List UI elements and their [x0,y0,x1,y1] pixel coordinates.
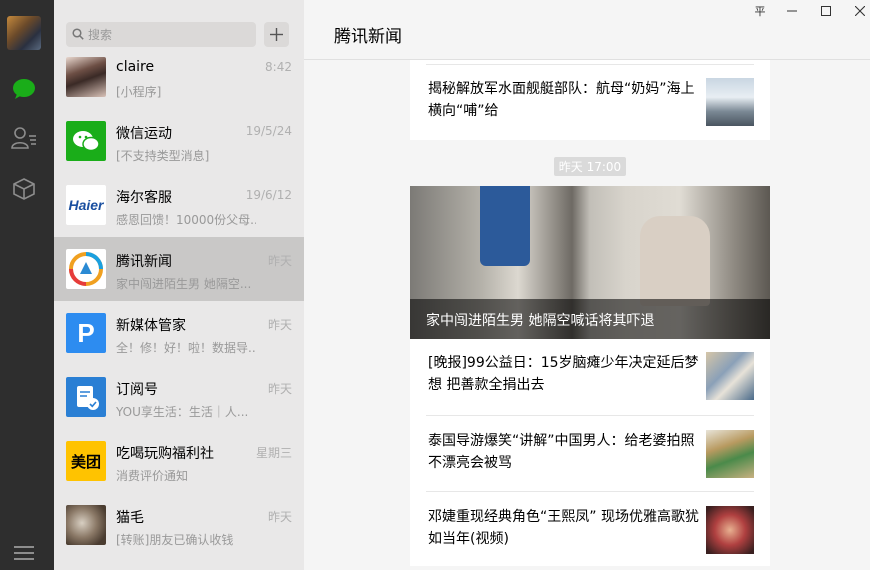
chat-item-haier[interactable]: Haier 海尔客服 感恩回馈！10000份父母... 19/6/12 [54,173,304,237]
news-title: [晚报]99公益日：15岁脑瘫少年决定延后梦想 把善款全捐出去 [428,355,699,393]
headline-image-person [640,216,710,306]
news-thumbnail [706,352,754,400]
close-icon[interactable] [850,4,870,18]
chat-name: 海尔客服 [116,190,172,206]
chat-time: 星期三 [255,446,292,460]
news-title: 泰国导游爆笑“讲解”中国男人：给老婆拍照不漂亮会被骂 [428,433,695,471]
news-thumbnail [706,78,754,126]
favorites-icon[interactable] [11,176,37,202]
pin-glyph: 平 [754,5,766,18]
chat-name: 订阅号 [116,382,158,398]
tencent-news-icon [66,249,106,289]
chat-preview: [转账]朋友已确认收钱 [116,533,234,547]
chat-item-maomao[interactable]: 猫毛 [转账]朋友已确认收钱 昨天 [54,493,304,557]
conversation-title: 腾讯新闻 [334,27,402,47]
xinmeiti-logo-text: P [77,317,95,348]
divider [426,491,754,492]
chat-preview: 家中闯进陌生男 她隔空... [116,277,252,291]
chat-preview: 消费评价通知 [116,469,189,483]
chat-item-claire[interactable]: claire [小程序] 8:42 [54,45,304,109]
plus-icon [270,28,283,41]
chat-time: 昨天 [267,254,292,268]
chat-name: 腾讯新闻 [116,254,172,270]
my-avatar[interactable] [7,16,41,50]
headline-article[interactable]: 家中闯进陌生男 她隔空喊话将其吓退 [410,186,770,339]
chat-item-wechat-sport[interactable]: 微信运动 [不支持类型消息] 19/5/24 [54,109,304,173]
chat-preview: YOU享生活：生活｜人... [116,405,249,419]
news-item[interactable]: [晚报]99公益日：15岁脑瘫少年决定延后梦想 把善款全捐出去 [426,352,754,400]
news-card: 揭秘解放军水面舰艇部队：航母“奶妈”海上横向“哺”给 [410,60,770,140]
chat-icon[interactable] [11,76,37,102]
subscription-icon [66,377,106,417]
chat-name: 新媒体管家 [116,318,186,334]
haier-logo: Haier [66,185,106,225]
chat-time: 昨天 [267,318,292,332]
avatar [66,505,106,545]
minimize-icon[interactable] [782,4,802,18]
chat-time: 19/6/12 [245,188,292,202]
meituan-logo-text: 美团 [70,452,101,471]
meituan-logo: 美团 [66,441,106,481]
chat-preview: [不支持类型消息] [116,149,210,163]
chat-name: claire [116,59,155,75]
chat-preview: 感恩回馈！10000份父母... [116,213,256,227]
news-thumbnail [706,430,754,478]
news-item[interactable]: 邓婕重现经典角色“王熙凤” 现场优雅高歌犹如当年(视频) [426,506,754,554]
news-title: 揭秘解放军水面舰艇部队：航母“奶妈”海上横向“哺”给 [428,81,695,119]
wechat-sport-icon [66,121,106,161]
contacts-icon[interactable] [11,125,37,151]
chat-time: 昨天 [267,382,292,396]
news-item[interactable]: 泰国导游爆笑“讲解”中国男人：给老婆拍照不漂亮会被骂 [426,430,754,478]
search-input[interactable] [88,25,248,44]
maximize-icon[interactable] [816,4,836,18]
news-title: 邓婕重现经典角色“王熙凤” 现场优雅高歌犹如当年(视频) [428,509,699,547]
chat-time: 8:42 [265,60,292,74]
pin-icon[interactable]: 平 [750,4,770,18]
chat-item-xinmeiti[interactable]: P 新媒体管家 全！修！好！啦！数据导... 昨天 [54,301,304,365]
chat-time: 19/5/24 [245,124,292,138]
chat-preview: [小程序] [116,85,162,99]
xinmeiti-logo: P [66,313,106,353]
avatar [66,57,106,97]
haier-logo-text: Haier [68,197,104,213]
chat-item-subscriptions[interactable]: 订阅号 YOU享生活：生活｜人... 昨天 [54,365,304,429]
chat-preview: 全！修！好！啦！数据导... [116,341,256,355]
add-button[interactable] [264,22,289,47]
menu-icon[interactable] [14,546,34,564]
chat-name: 微信运动 [116,126,172,142]
conversation-pane: 腾讯新闻 平 揭秘解放军水面舰艇部队：航母“奶妈”海上横向“哺”给 昨天 17:… [304,0,870,570]
search-icon [72,28,84,40]
headline-caption: 家中闯进陌生男 她隔空喊话将其吓退 [410,299,770,339]
divider [426,64,754,65]
chat-item-meituan[interactable]: 美团 吃喝玩购福利社 消费评价通知 星期三 [54,429,304,493]
timestamp-label: 昨天 17:00 [554,157,626,176]
chat-name: 猫毛 [116,510,144,526]
news-item[interactable]: 揭秘解放军水面舰艇部队：航母“奶妈”海上横向“哺”给 [426,78,754,126]
headline-image-figure [480,186,530,266]
search-box[interactable] [66,22,256,47]
news-thumbnail [706,506,754,554]
chat-name: 吃喝玩购福利社 [116,446,214,462]
chat-item-tencent-news[interactable]: 腾讯新闻 家中闯进陌生男 她隔空... 昨天 [54,237,304,301]
nav-rail [0,0,54,570]
news-card: 家中闯进陌生男 她隔空喊话将其吓退 [晚报]99公益日：15岁脑瘫少年决定延后梦… [410,186,770,566]
divider [426,415,754,416]
chat-list-panel: claire [小程序] 8:42 微信运动 [不支持类型消息] 19/5/24… [54,0,304,570]
chat-time: 昨天 [267,510,292,524]
